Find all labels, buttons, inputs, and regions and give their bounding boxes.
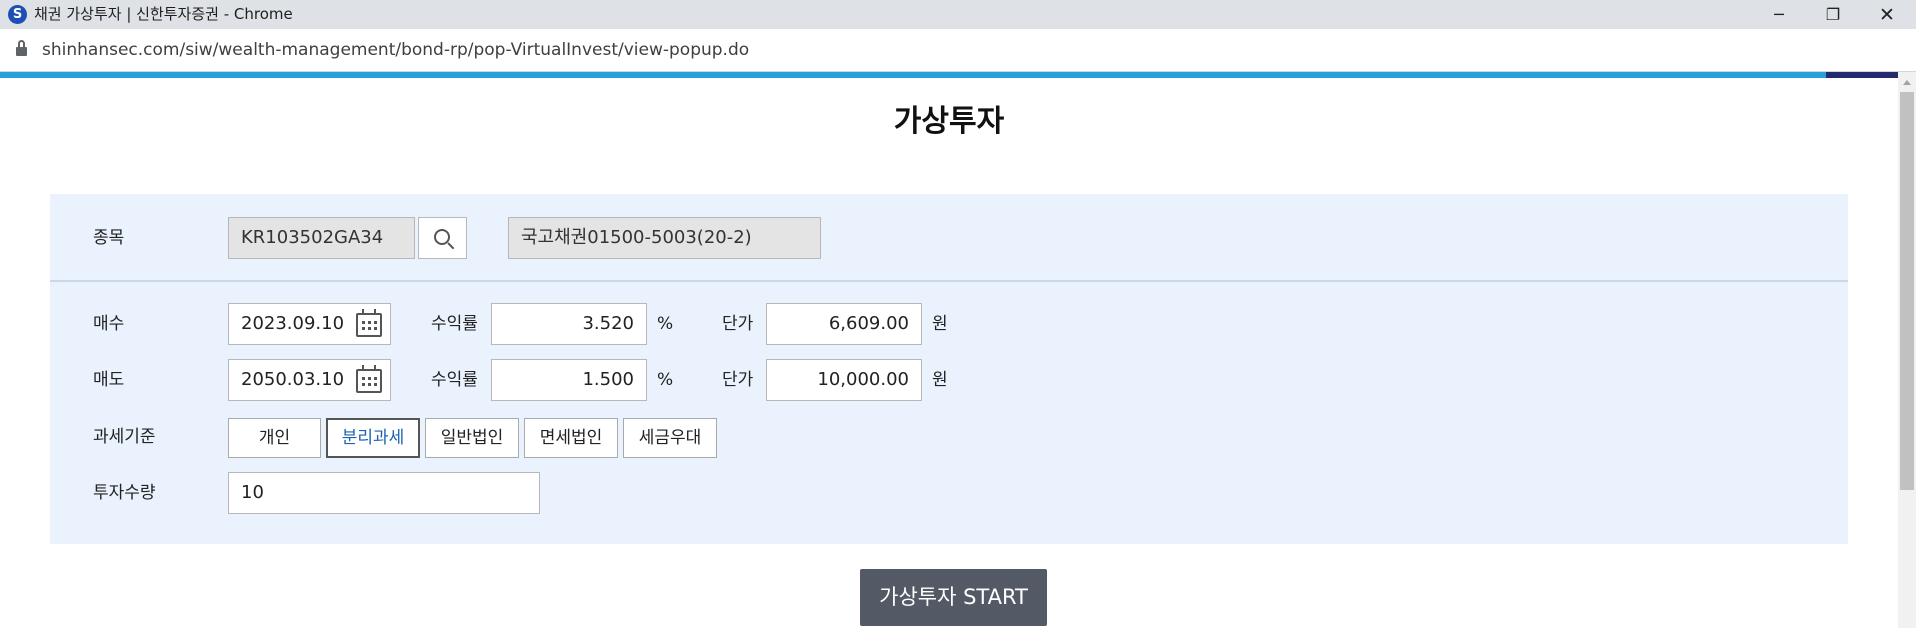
window-title: 채권 가상투자 | 신한투자증권 - Chrome <box>34 5 293 23</box>
url-text[interactable]: shinhansec.com/siw/wealth-management/bon… <box>42 29 749 72</box>
tax-option-separate[interactable]: 분리과세 <box>326 418 420 458</box>
buy-price-label: 단가 <box>722 314 754 334</box>
sell-yield-label: 수익률 <box>431 370 478 390</box>
panel-divider <box>50 280 1848 282</box>
address-bar[interactable]: shinhansec.com/siw/wealth-management/bon… <box>0 29 1916 72</box>
sell-date-value: 2050.03.10 <box>241 369 345 390</box>
tax-option-corporate[interactable]: 일반법인 <box>425 418 519 458</box>
buy-label: 매수 <box>93 314 125 334</box>
quantity-input[interactable]: 10 <box>228 472 540 514</box>
sell-price-label: 단가 <box>722 370 754 390</box>
buy-price-input[interactable]: 6,609.00 <box>766 303 922 345</box>
sell-price-unit: 원 <box>932 370 948 390</box>
sell-label: 매도 <box>93 370 125 390</box>
quantity-label: 투자수량 <box>93 483 156 503</box>
buy-price-unit: 원 <box>932 314 948 334</box>
buy-date-value: 2023.09.10 <box>241 313 345 334</box>
tax-label: 과세기준 <box>93 427 156 447</box>
sell-yield-input[interactable]: 1.500 <box>491 359 647 401</box>
page-scrollbar[interactable] <box>1898 72 1916 628</box>
page-title: 가상투자 <box>893 104 1005 139</box>
start-button[interactable]: 가상투자 START <box>860 569 1047 626</box>
window-titlebar: S 채권 가상투자 | 신한투자증권 - Chrome ─ ❐ ✕ <box>0 0 1916 29</box>
calendar-icon[interactable] <box>356 309 382 337</box>
close-button[interactable]: ✕ <box>1860 0 1914 29</box>
header-stripe <box>0 72 1898 78</box>
sell-date-field[interactable]: 2050.03.10 <box>228 359 391 401</box>
item-name-field: 국고채권01500-5003(20-2) <box>508 217 821 259</box>
scroll-up-arrow-icon[interactable] <box>1898 76 1916 90</box>
calendar-icon[interactable] <box>356 365 382 393</box>
tax-option-preferential[interactable]: 세금우대 <box>623 418 717 458</box>
shinhan-logo-icon: S <box>8 5 27 24</box>
item-search-button[interactable] <box>418 217 467 259</box>
lock-icon[interactable] <box>16 40 27 56</box>
sell-yield-unit: % <box>657 370 674 390</box>
item-label: 종목 <box>93 228 125 248</box>
buy-yield-label: 수익률 <box>431 314 478 334</box>
buy-date-field[interactable]: 2023.09.10 <box>228 303 391 345</box>
header-stripe-accent <box>1826 72 1898 78</box>
tax-option-individual[interactable]: 개인 <box>228 418 321 458</box>
tax-option-exempt[interactable]: 면세법인 <box>524 418 618 458</box>
item-code-field: KR103502GA34 <box>228 217 415 259</box>
maximize-button[interactable]: ❐ <box>1806 0 1860 29</box>
scroll-thumb[interactable] <box>1900 92 1914 490</box>
sell-price-input[interactable]: 10,000.00 <box>766 359 922 401</box>
minimize-button[interactable]: ─ <box>1752 0 1806 29</box>
buy-yield-input[interactable]: 3.520 <box>491 303 647 345</box>
buy-yield-unit: % <box>657 314 674 334</box>
